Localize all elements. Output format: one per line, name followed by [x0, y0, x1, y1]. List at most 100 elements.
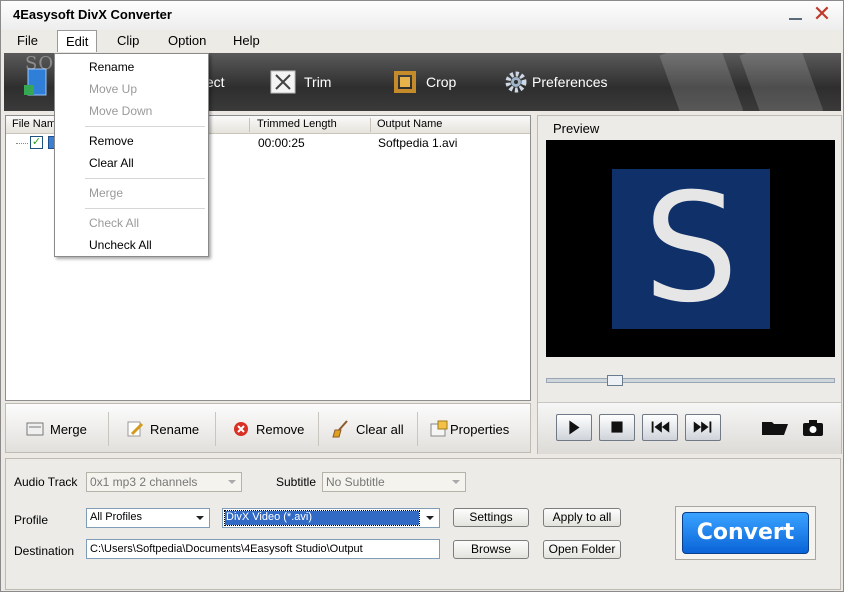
- menu-separator: [85, 178, 205, 179]
- broom-icon: [332, 420, 350, 438]
- settings-area: Audio Track 0x1 mp3 2 channels Subtitle …: [5, 458, 841, 590]
- seek-slider[interactable]: [546, 375, 835, 386]
- subtitle-select[interactable]: No Subtitle: [322, 472, 466, 492]
- destination-field[interactable]: C:\Users\Softpedia\Documents\4Easysoft S…: [86, 539, 440, 559]
- preferences-button[interactable]: Preferences: [504, 67, 607, 97]
- snapshot-button[interactable]: [794, 414, 830, 441]
- profile-label: Profile: [14, 513, 49, 527]
- menu-item-rename[interactable]: Rename: [89, 60, 134, 74]
- rewind-button[interactable]: [642, 414, 678, 441]
- playback-controls: [538, 402, 841, 454]
- crop-label: Crop: [426, 74, 457, 90]
- list-toolbar: Merge Rename Remove Clear all Properties: [5, 403, 531, 453]
- merge-button[interactable]: Merge: [26, 418, 87, 440]
- merge-label: Merge: [50, 421, 87, 437]
- toolbar-divider: [108, 412, 109, 446]
- trim-label: Trim: [304, 74, 332, 90]
- menu-item-remove[interactable]: Remove: [89, 134, 134, 148]
- merge-icon: [26, 420, 44, 438]
- clear-all-label: Clear all: [356, 421, 404, 437]
- settings-button[interactable]: Settings: [453, 508, 529, 527]
- audio-track-label: Audio Track: [14, 475, 78, 489]
- open-folder-preview-button[interactable]: [758, 414, 794, 441]
- menu-item-uncheck-all[interactable]: Uncheck All: [89, 238, 152, 252]
- chevron-down-icon: [422, 510, 438, 526]
- menu-item-clear-all[interactable]: Clear All: [89, 156, 134, 170]
- remove-button[interactable]: Remove: [232, 418, 304, 440]
- preferences-label: Preferences: [532, 74, 608, 90]
- preview-screen: S: [546, 140, 835, 357]
- profile-format-select[interactable]: DivX Video (*.avi): [222, 508, 440, 528]
- rename-button[interactable]: Rename: [126, 418, 199, 440]
- column-divider[interactable]: [370, 118, 371, 132]
- app-window: 4Easysoft DivX Converter ✕ File Edit Cli…: [0, 0, 844, 592]
- folder-icon: [762, 422, 788, 435]
- title-bar[interactable]: 4Easysoft DivX Converter ✕: [1, 1, 843, 30]
- tree-line: [16, 143, 28, 144]
- remove-icon: [232, 420, 250, 438]
- profile-category-select[interactable]: All Profiles: [86, 508, 210, 528]
- toolbar-divider: [318, 412, 319, 446]
- column-output-name[interactable]: Output Name: [377, 118, 442, 130]
- column-trimmed-length[interactable]: Trimmed Length: [257, 118, 337, 130]
- menu-item-move-down: Move Down: [89, 104, 153, 118]
- convert-button[interactable]: Convert: [682, 512, 809, 554]
- stop-button[interactable]: [599, 414, 635, 441]
- window-title: 4Easysoft DivX Converter: [13, 7, 172, 22]
- crop-button[interactable]: Crop: [390, 67, 456, 97]
- toolbar-divider: [417, 412, 418, 446]
- browse-button[interactable]: Browse: [453, 540, 529, 559]
- subtitle-label: Subtitle: [276, 475, 317, 489]
- row-checkbox[interactable]: ✓: [30, 136, 43, 149]
- trimmed-length-cell: 00:00:25: [258, 136, 305, 150]
- scissors-icon: [268, 67, 298, 97]
- menu-item-check-all: Check All: [89, 216, 140, 230]
- clear-all-button[interactable]: Clear all: [332, 418, 404, 440]
- menu-edit[interactable]: Edit: [57, 30, 98, 52]
- preview-frame-image: S: [612, 169, 770, 329]
- profile-category-value: All Profiles: [90, 511, 142, 523]
- chevron-down-icon: [224, 474, 240, 490]
- menu-file[interactable]: File: [9, 30, 46, 52]
- close-button[interactable]: ✕: [812, 3, 832, 25]
- menu-option[interactable]: Option: [160, 30, 214, 52]
- menu-help[interactable]: Help: [225, 30, 268, 52]
- audio-track-select[interactable]: 0x1 mp3 2 channels: [86, 472, 242, 492]
- open-folder-button[interactable]: Open Folder: [543, 540, 621, 559]
- convert-frame: Convert: [675, 506, 816, 560]
- menu-clip[interactable]: Clip: [109, 30, 147, 52]
- seek-slider-thumb[interactable]: [607, 375, 623, 386]
- rewind-icon: [651, 421, 670, 433]
- menu-item-merge: Merge: [89, 186, 124, 200]
- play-button[interactable]: [556, 414, 592, 441]
- apply-to-all-button[interactable]: Apply to all: [543, 508, 621, 527]
- trim-button[interactable]: Trim: [268, 67, 331, 97]
- gear-icon: [504, 70, 528, 94]
- destination-label: Destination: [14, 544, 75, 558]
- film-strip-decoration: [659, 53, 824, 111]
- fast-forward-button[interactable]: [685, 414, 721, 441]
- preview-panel: Preview S: [537, 115, 842, 454]
- minimize-button[interactable]: [787, 7, 805, 23]
- menu-bar: File Edit Clip Option Help: [1, 30, 843, 52]
- output-name-cell: Softpedia 1.avi: [378, 136, 458, 150]
- audio-track-value: 0x1 mp3 2 channels: [90, 475, 198, 489]
- menu-item-move-up: Move Up: [89, 82, 138, 96]
- camera-icon: [803, 420, 823, 436]
- profile-format-value: DivX Video (*.avi): [226, 511, 312, 523]
- properties-icon: [430, 420, 448, 438]
- properties-button[interactable]: Properties: [430, 418, 509, 440]
- column-divider[interactable]: [249, 118, 250, 132]
- fast-forward-icon: [693, 421, 712, 433]
- pencil-icon: [126, 420, 144, 438]
- remove-label: Remove: [256, 421, 305, 437]
- toolbar-divider: [215, 412, 216, 446]
- preview-title: Preview: [553, 121, 600, 136]
- edit-menu-dropdown: Rename Move Up Move Down Remove Clear Al…: [54, 53, 209, 257]
- play-icon: [569, 420, 580, 435]
- stop-icon: [611, 421, 623, 433]
- menu-separator: [85, 126, 205, 127]
- crop-icon: [390, 67, 420, 97]
- rename-label: Rename: [150, 421, 200, 437]
- chevron-down-icon: [448, 474, 464, 490]
